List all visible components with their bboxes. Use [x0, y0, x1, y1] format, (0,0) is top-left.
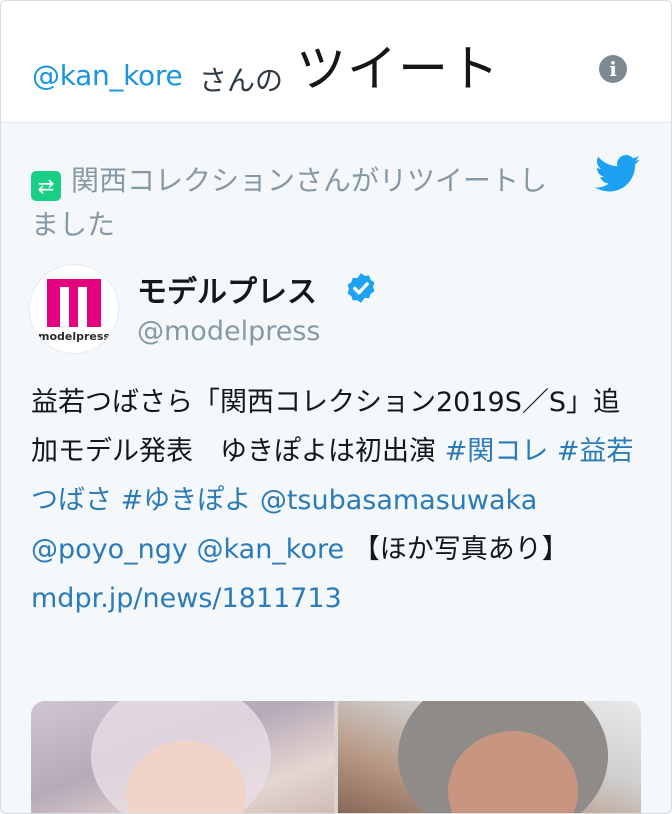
- modelpress-logo: [47, 279, 101, 327]
- tweet-text: 益若つばさら「関西コレクション2019S／S」追加モデル発表 ゆきぽよは初出演 …: [31, 378, 643, 623]
- header-title: ツイート: [296, 40, 500, 98]
- verified-badge-icon: [347, 273, 375, 303]
- timeline-header: @kan_kore さんの ツイート i: [1, 1, 671, 123]
- tweet-url-link[interactable]: mdpr.jp/news/1811713: [31, 583, 342, 614]
- mention-link[interactable]: @tsubasamasuwaka: [260, 485, 537, 516]
- header-suffix: さんの: [199, 64, 284, 97]
- mention-link[interactable]: @poyo_ngy: [31, 534, 188, 565]
- header-handle-link[interactable]: @kan_kore: [32, 59, 183, 92]
- hashtag-link[interactable]: #関コレ: [445, 436, 549, 467]
- media-photo-left[interactable]: [31, 701, 334, 813]
- info-icon[interactable]: i: [599, 55, 627, 83]
- author-handle[interactable]: @modelpress: [137, 316, 320, 347]
- embedded-timeline-widget: @kan_kore さんの ツイート i ⇄ 関西コレクションさんがリツイートしま…: [0, 0, 672, 814]
- media-photo-right[interactable]: [338, 701, 641, 813]
- avatar-logo-text: modelpress: [38, 330, 110, 343]
- author-avatar[interactable]: modelpress: [29, 264, 119, 354]
- hashtag-link[interactable]: #ゆきぽよ: [121, 485, 252, 516]
- twitter-bird-icon[interactable]: [595, 155, 641, 193]
- author-name[interactable]: モデルプレス: [137, 267, 317, 311]
- retweet-context-text[interactable]: 関西コレクションさんがリツイートしました: [31, 164, 547, 241]
- retweet-icon: ⇄: [31, 171, 61, 201]
- retweet-context: ⇄ 関西コレクションさんがリツイートしました: [31, 159, 571, 247]
- tweet-media-grid[interactable]: [31, 701, 641, 813]
- tweet-text-tail: 【ほか写真あり】: [344, 534, 569, 565]
- mention-link[interactable]: @kan_kore: [196, 534, 344, 565]
